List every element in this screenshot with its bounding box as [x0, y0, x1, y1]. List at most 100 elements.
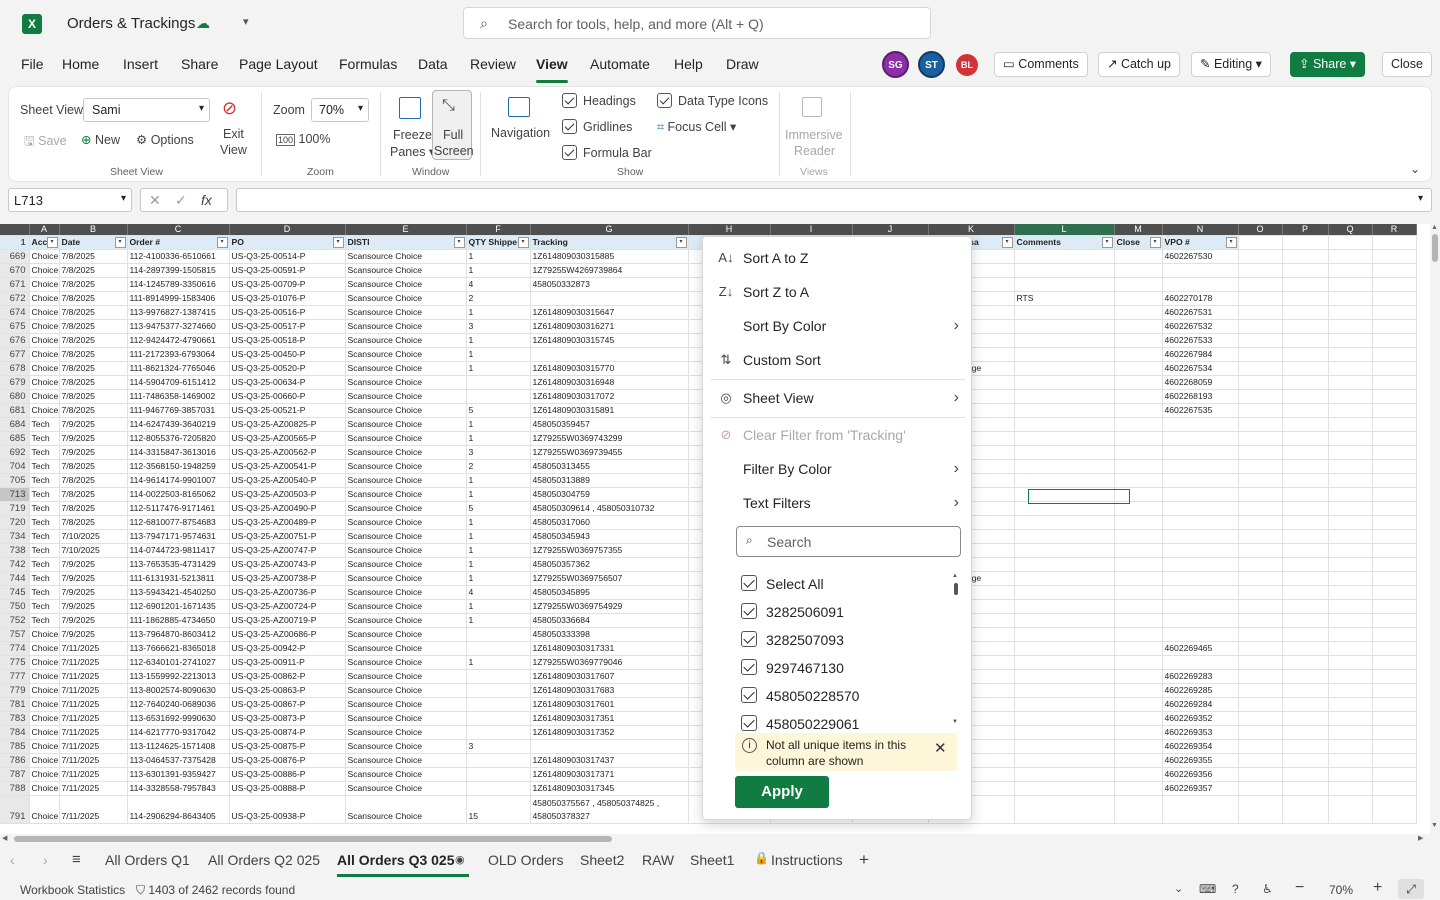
table-cell[interactable] — [1014, 767, 1115, 782]
table-cell[interactable]: Scansource Choice — [345, 599, 467, 614]
table-cell[interactable]: 4602269354 — [1162, 739, 1239, 754]
row-number[interactable]: 781 — [0, 697, 30, 712]
table-cell[interactable] — [1014, 739, 1115, 754]
table-cell[interactable]: 112-7640240-0689036 — [127, 697, 230, 712]
column-header[interactable]: G — [530, 224, 689, 236]
collapse-ribbon-icon[interactable]: ⌄ — [1410, 162, 1420, 176]
table-cell[interactable]: 111-7486358-1469002 — [127, 389, 230, 404]
table-cell[interactable] — [1238, 459, 1283, 474]
table-cell[interactable]: US-Q3-25-00516-P — [229, 305, 346, 320]
table-cell[interactable] — [1282, 767, 1329, 782]
table-cell[interactable] — [1282, 319, 1329, 334]
table-cell[interactable]: 458050333398 — [530, 627, 689, 642]
table-cell[interactable] — [1014, 249, 1115, 264]
table-cell[interactable]: 7/8/2025 — [59, 249, 128, 264]
table-cell[interactable]: 4602269352 — [1162, 711, 1239, 726]
table-cell[interactable]: 1Z79255W4269739864 — [530, 263, 689, 278]
table-cell[interactable]: 7/11/2025 — [59, 767, 128, 782]
add-sheet-button[interactable]: + — [859, 850, 869, 870]
table-cell[interactable]: Tech — [29, 529, 60, 544]
table-cell[interactable] — [466, 627, 531, 642]
table-cell[interactable] — [1114, 585, 1163, 600]
scroll-down-icon[interactable]: ▼ — [1431, 822, 1438, 829]
table-cell[interactable] — [1238, 347, 1283, 362]
table-cell[interactable] — [1328, 319, 1373, 334]
table-cell[interactable] — [1162, 487, 1239, 502]
table-cell[interactable]: Tech — [29, 543, 60, 558]
table-cell[interactable]: US-Q3-25-00660-P — [229, 389, 346, 404]
table-cell[interactable]: Scansource Choice — [345, 613, 467, 628]
chevron-down-icon[interactable]: ▾ — [243, 15, 249, 28]
table-cell[interactable]: 1Z614809030315647 — [530, 305, 689, 320]
table-cell[interactable]: 7/9/2025 — [59, 571, 128, 586]
table-cell[interactable]: Choice — [29, 711, 60, 726]
table-cell[interactable]: Tech — [29, 487, 60, 502]
table-cell[interactable] — [1282, 431, 1329, 446]
immersive-reader-label-2[interactable]: Reader — [794, 144, 835, 158]
table-cell[interactable] — [1238, 445, 1283, 460]
table-cell[interactable] — [1282, 697, 1329, 712]
table-cell[interactable] — [1114, 459, 1163, 474]
table-cell[interactable]: Scansource Choice — [345, 515, 467, 530]
table-cell[interactable] — [1372, 459, 1417, 474]
menu-page-layout[interactable]: Page Layout — [239, 56, 318, 72]
table-cell[interactable] — [1014, 347, 1115, 362]
table-cell[interactable]: Choice — [29, 795, 60, 824]
table-cell[interactable] — [1014, 613, 1115, 628]
scroll-up-icon[interactable]: ▲ — [1431, 224, 1438, 231]
table-cell[interactable] — [1282, 585, 1329, 600]
table-cell[interactable]: Scansource Choice — [345, 725, 467, 740]
table-cell[interactable] — [1328, 557, 1373, 572]
table-cell[interactable] — [1014, 305, 1115, 320]
menu-automate[interactable]: Automate — [590, 56, 650, 72]
document-title[interactable]: Orders & Trackings — [67, 16, 195, 32]
column-header[interactable]: B — [59, 224, 128, 236]
header-cell[interactable]: Tracking ▾ — [530, 235, 689, 250]
table-cell[interactable]: 4602267530 — [1162, 249, 1239, 264]
selected-cell[interactable] — [1028, 489, 1130, 504]
table-cell[interactable] — [1328, 249, 1373, 264]
table-cell[interactable]: Scansource Choice — [345, 487, 467, 502]
scroll-thumb[interactable] — [1432, 234, 1438, 262]
table-cell[interactable]: 113-6301391-9359427 — [127, 767, 230, 782]
table-cell[interactable]: US-Q3-25-AZ00751-P — [229, 529, 346, 544]
table-cell[interactable] — [1114, 403, 1163, 418]
table-cell[interactable] — [1372, 249, 1417, 264]
table-cell[interactable]: 113-7653535-4731429 — [127, 557, 230, 572]
table-cell[interactable]: US-Q3-25-AZ00719-P — [229, 613, 346, 628]
table-cell[interactable]: 3 — [466, 739, 531, 754]
table-cell[interactable] — [1162, 501, 1239, 516]
row-number[interactable]: 791 — [0, 795, 30, 824]
table-cell[interactable]: 1 — [466, 571, 531, 586]
sheet-tab[interactable]: Sheet2 — [580, 852, 624, 868]
table-cell[interactable]: 1 — [466, 473, 531, 488]
table-cell[interactable]: Scansource Choice — [345, 753, 467, 768]
table-cell[interactable]: 458050317060 — [530, 515, 689, 530]
table-cell[interactable]: 1Z614809030317601 — [530, 697, 689, 712]
table-cell[interactable]: Choice — [29, 249, 60, 264]
table-cell[interactable]: 113-9976827-1387415 — [127, 305, 230, 320]
table-cell[interactable]: US-Q3-25-AZ00562-P — [229, 445, 346, 460]
filter-value-label[interactable]: 458050229061 — [766, 716, 859, 732]
table-cell[interactable]: 113-9475377-3274660 — [127, 319, 230, 334]
table-cell[interactable] — [1282, 333, 1329, 348]
exit-full-screen-icon[interactable]: ⤢ — [1398, 879, 1424, 899]
table-cell[interactable]: Tech — [29, 613, 60, 628]
table-cell[interactable] — [1372, 347, 1417, 362]
value-checkbox[interactable] — [741, 631, 757, 647]
table-cell[interactable]: Tech — [29, 473, 60, 488]
table-cell[interactable] — [1282, 627, 1329, 642]
table-cell[interactable] — [1372, 263, 1417, 278]
table-cell[interactable] — [1014, 361, 1115, 376]
scroll-thumb[interactable] — [954, 583, 958, 595]
table-cell[interactable]: 7/9/2025 — [59, 613, 128, 628]
filter-dropdown-icon[interactable]: ▾ — [332, 237, 344, 248]
list-scrollbar[interactable]: ▲ ▼ — [952, 573, 960, 729]
table-cell[interactable]: 111-8914999-1583406 — [127, 291, 230, 306]
table-cell[interactable]: US-Q3-25-AZ00686-P — [229, 627, 346, 642]
table-cell[interactable]: Scansource Choice — [345, 557, 467, 572]
table-cell[interactable] — [1328, 361, 1373, 376]
table-cell[interactable] — [466, 389, 531, 404]
table-cell[interactable]: 111-8621324-7765046 — [127, 361, 230, 376]
row-number[interactable]: 677 — [0, 347, 30, 362]
